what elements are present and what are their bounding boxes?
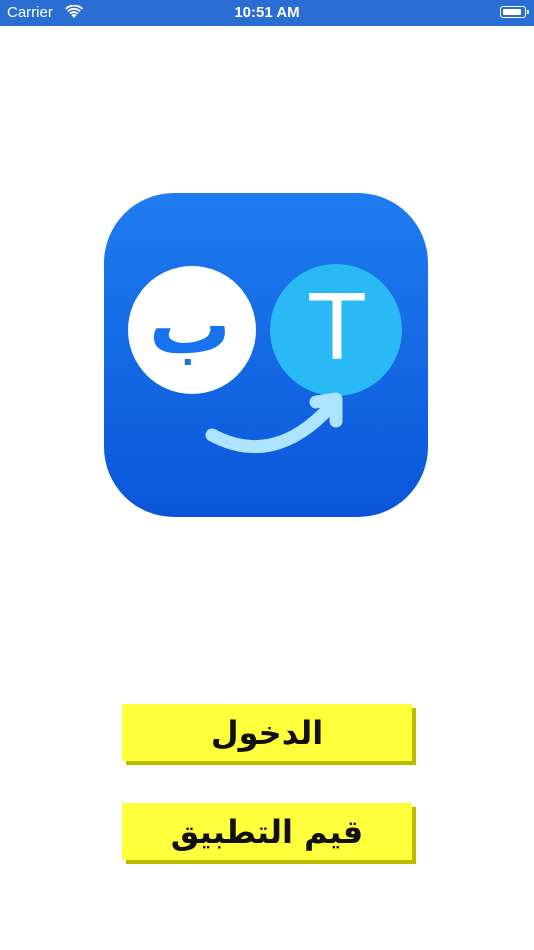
status-bar: Carrier 10:51 AM <box>0 0 534 26</box>
login-button-label: الدخول <box>210 713 324 752</box>
rate-app-button[interactable]: قيم التطبيق <box>122 803 412 860</box>
app-logo: ب T <box>104 193 428 517</box>
logo-latin-glyph: T <box>309 276 366 381</box>
logo-arabic-glyph: ب <box>149 278 231 373</box>
status-time: 10:51 AM <box>234 4 300 21</box>
login-button[interactable]: الدخول <box>122 704 412 761</box>
battery-icon <box>500 6 529 18</box>
rate-app-button-label: قيم التطبيق <box>170 812 364 851</box>
